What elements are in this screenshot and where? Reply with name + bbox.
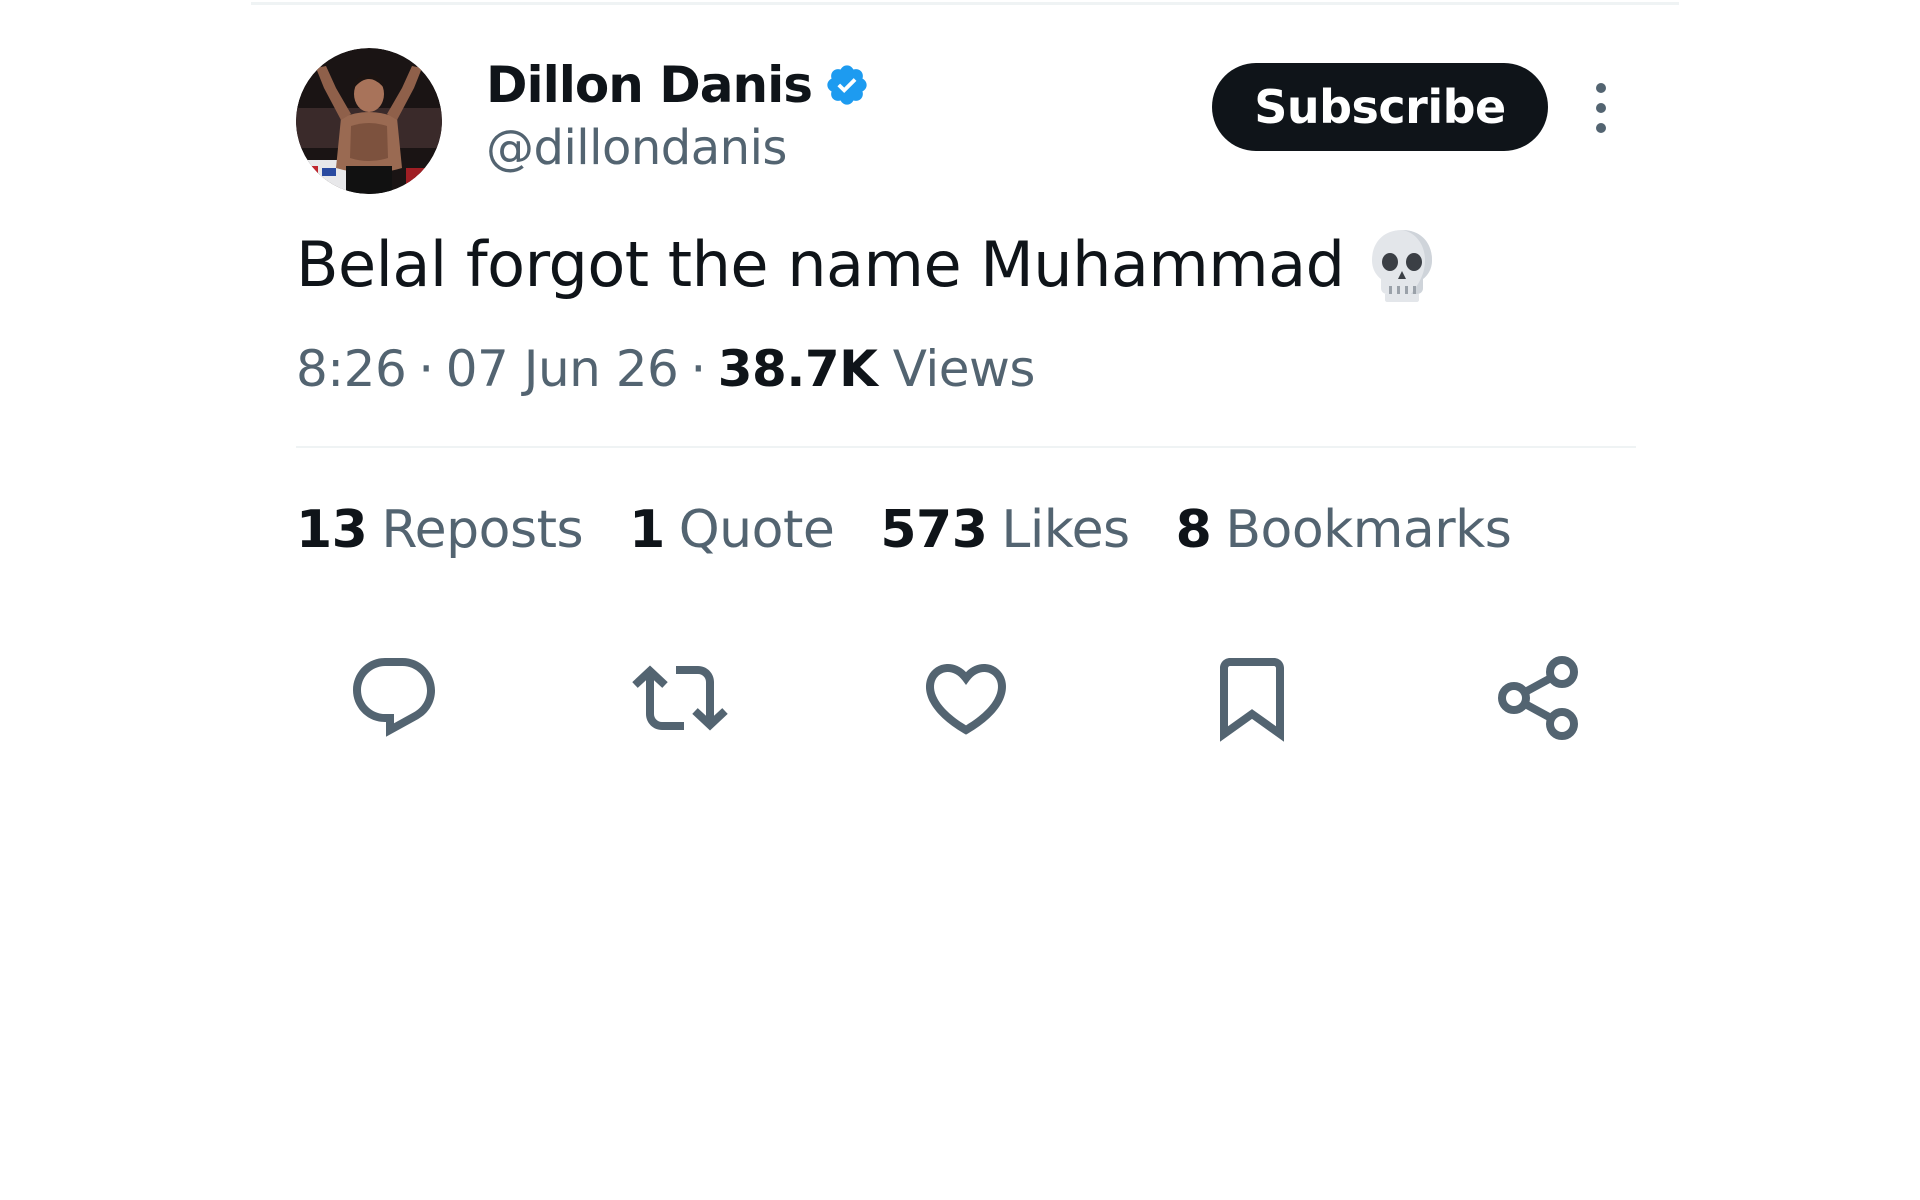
stat-quotes[interactable]: 1 Quote — [629, 500, 835, 560]
stats-divider — [296, 446, 1636, 448]
tweet-text-content: Belal forgot the name Muhammad — [296, 227, 1345, 301]
tweet-header: Dillon Danis @dillondanis Subscribe — [296, 48, 1636, 198]
stat-label: Quote — [678, 500, 835, 560]
stat-label: Reposts — [381, 500, 584, 560]
stat-count: 8 — [1175, 500, 1212, 560]
stat-label: Likes — [1001, 500, 1130, 560]
skull-emoji-icon — [1367, 226, 1437, 302]
stat-count: 1 — [629, 500, 665, 560]
avatar[interactable] — [296, 48, 442, 194]
author-handle[interactable]: @dillondanis — [486, 120, 787, 176]
views-label[interactable]: Views — [893, 340, 1036, 398]
action-bar — [296, 650, 1636, 746]
engagement-stats: 13 Reposts 1 Quote 573 Likes 8 Bookmarks — [296, 500, 1557, 560]
repost-icon[interactable] — [632, 650, 728, 746]
tweet-meta: 8:26 · 07 Jun 26 · 38.7K Views — [296, 340, 1035, 398]
stat-label: Bookmarks — [1225, 500, 1512, 560]
author-name-row: Dillon Danis — [486, 52, 870, 118]
tweet-time[interactable]: 8:26 — [296, 340, 407, 398]
author-display-name[interactable]: Dillon Danis — [486, 56, 813, 114]
meta-separator: · — [690, 340, 706, 398]
stat-bookmarks[interactable]: 8 Bookmarks — [1176, 500, 1512, 560]
views-count[interactable]: 38.7K — [718, 340, 878, 398]
avatar-image — [296, 48, 442, 194]
tweet-text: Belal forgot the name Muhammad — [296, 226, 1437, 302]
verified-badge-icon[interactable] — [824, 62, 870, 108]
stat-reposts[interactable]: 13 Reposts — [296, 500, 584, 560]
share-icon[interactable] — [1490, 650, 1586, 746]
tweet-date[interactable]: 07 Jun 26 — [446, 340, 679, 398]
meta-separator: · — [418, 340, 434, 398]
reply-icon[interactable] — [346, 650, 442, 746]
stat-count: 13 — [296, 500, 368, 560]
top-divider — [251, 2, 1679, 5]
like-icon[interactable] — [918, 650, 1014, 746]
stat-count: 573 — [880, 500, 988, 560]
bookmark-icon[interactable] — [1204, 650, 1300, 746]
more-options-icon[interactable] — [1586, 78, 1616, 138]
stat-likes[interactable]: 573 Likes — [880, 500, 1130, 560]
subscribe-button[interactable]: Subscribe — [1212, 63, 1548, 151]
